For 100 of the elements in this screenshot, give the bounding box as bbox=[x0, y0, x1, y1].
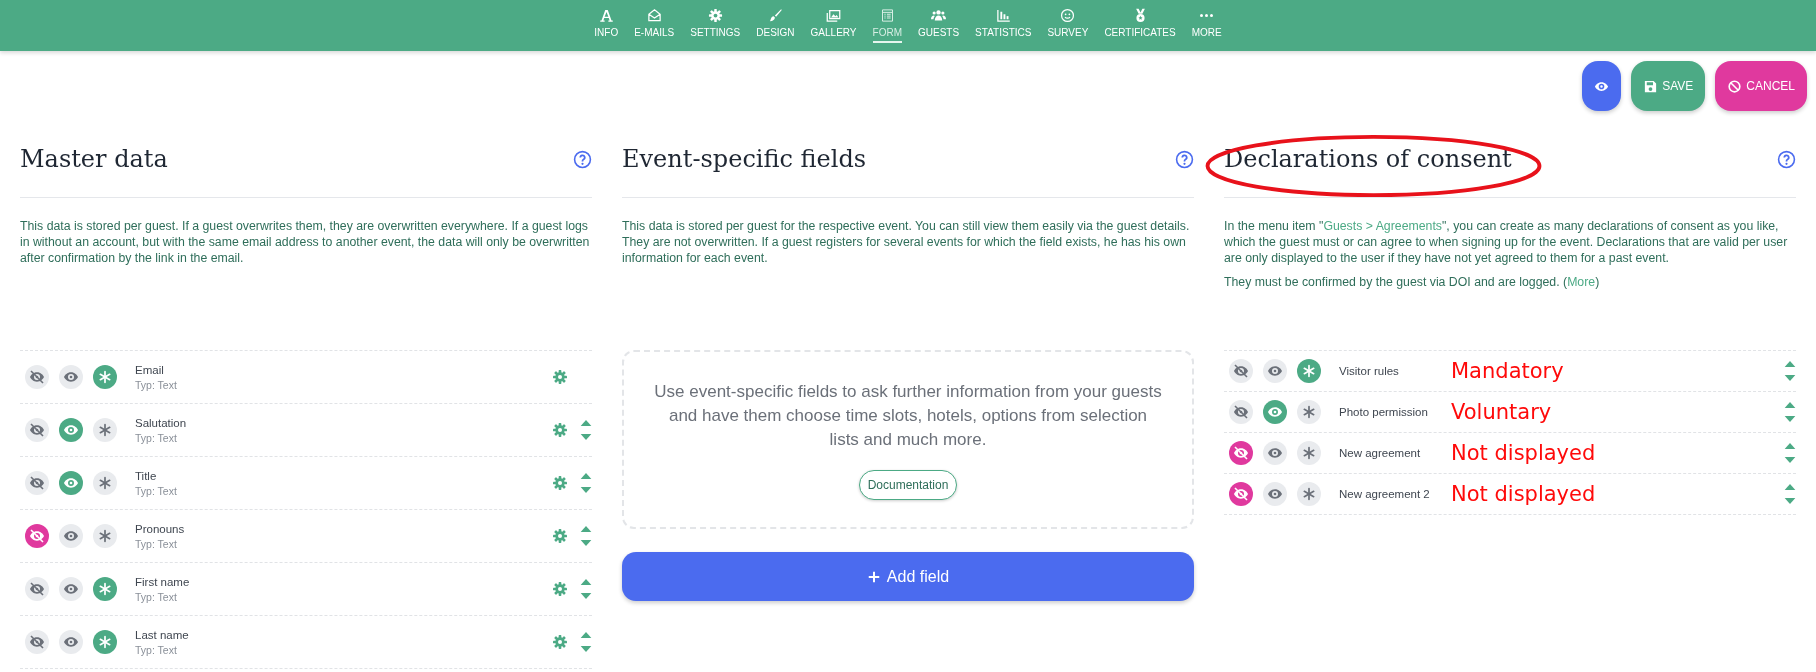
nav-tab[interactable]: E-MAILS bbox=[626, 0, 683, 51]
eye-slash-toggle[interactable] bbox=[25, 524, 49, 548]
move-down-icon[interactable] bbox=[1784, 456, 1796, 464]
annotation-text: Voluntary bbox=[1451, 400, 1552, 424]
eye-icon bbox=[63, 581, 79, 597]
eye-icon bbox=[1267, 363, 1283, 379]
asterisk-toggle[interactable] bbox=[1297, 359, 1321, 383]
field-label: Last name bbox=[135, 628, 190, 641]
images-icon bbox=[826, 8, 842, 23]
asterisk-toggle[interactable] bbox=[93, 365, 117, 389]
move-up-icon[interactable] bbox=[580, 419, 592, 427]
eye-toggle[interactable] bbox=[1263, 400, 1287, 424]
move-up-icon[interactable] bbox=[580, 525, 592, 533]
field-label: Email bbox=[135, 363, 165, 376]
move-down-icon[interactable] bbox=[580, 433, 592, 441]
eye-toggle[interactable] bbox=[59, 524, 83, 548]
eye-slash-toggle[interactable] bbox=[1229, 359, 1253, 383]
brush-icon bbox=[767, 8, 783, 23]
move-up-icon[interactable] bbox=[1784, 401, 1796, 409]
eye-slash-icon bbox=[29, 634, 45, 650]
move-down-icon[interactable] bbox=[580, 592, 592, 600]
move-up-icon[interactable] bbox=[580, 631, 592, 639]
asterisk-toggle[interactable] bbox=[93, 471, 117, 495]
settings-icon[interactable] bbox=[552, 634, 568, 650]
asterisk-toggle[interactable] bbox=[93, 577, 117, 601]
eye-icon bbox=[1267, 404, 1283, 420]
settings-icon[interactable] bbox=[552, 475, 568, 491]
documentation-button[interactable]: Documentation bbox=[858, 469, 958, 500]
eye-toggle[interactable] bbox=[59, 630, 83, 654]
help-icon[interactable] bbox=[1777, 149, 1796, 169]
asterisk-toggle[interactable] bbox=[1297, 441, 1321, 465]
field-label: Salutation bbox=[135, 416, 188, 429]
settings-icon[interactable] bbox=[552, 422, 568, 438]
move-down-icon[interactable] bbox=[580, 486, 592, 494]
move-down-icon[interactable] bbox=[580, 539, 592, 547]
asterisk-toggle[interactable] bbox=[93, 630, 117, 654]
help-icon[interactable] bbox=[1175, 149, 1194, 169]
asterisk-toggle[interactable] bbox=[1297, 400, 1321, 424]
asterisk-toggle[interactable] bbox=[1297, 482, 1321, 506]
nav-tab[interactable]: DESIGN bbox=[748, 0, 803, 51]
move-down-icon[interactable] bbox=[1784, 374, 1796, 382]
eye-slash-toggle[interactable] bbox=[25, 630, 49, 654]
field-label: New agreement 2 bbox=[1339, 488, 1431, 500]
nav-tab[interactable]: MORE bbox=[1183, 0, 1230, 51]
eye-toggle[interactable] bbox=[59, 577, 83, 601]
move-down-icon[interactable] bbox=[1784, 415, 1796, 423]
nav-tab[interactable]: GALLERY bbox=[802, 0, 865, 51]
field-type: Typ: Text bbox=[135, 431, 178, 444]
preview-button[interactable] bbox=[1582, 61, 1622, 111]
description-text: This data is stored per guest for the respective event. You can still view them easily via the guest details. They are not overwritten. If a guest registers for several events for which the field exists, he has his own information for each event. bbox=[622, 218, 1191, 266]
move-up-icon[interactable] bbox=[580, 472, 592, 480]
eye-toggle[interactable] bbox=[59, 418, 83, 442]
eye-toggle[interactable] bbox=[59, 471, 83, 495]
eye-toggle[interactable] bbox=[1263, 482, 1287, 506]
move-up-icon[interactable] bbox=[580, 578, 592, 586]
nav-tab[interactable]: GUESTS bbox=[910, 0, 968, 51]
eye-slash-toggle[interactable] bbox=[1229, 400, 1253, 424]
help-icon[interactable] bbox=[573, 149, 592, 169]
field-label: Visitor rules bbox=[1339, 365, 1400, 377]
add-field-button[interactable]: Add field bbox=[622, 552, 1194, 601]
nav-tab[interactable]: CERTIFICATES bbox=[1096, 0, 1184, 51]
move-up-icon[interactable] bbox=[1784, 442, 1796, 450]
field-label: Title bbox=[135, 469, 158, 482]
move-up-icon[interactable] bbox=[1784, 483, 1796, 491]
eye-toggle[interactable] bbox=[1263, 441, 1287, 465]
nav-tab[interactable]: STATISTICS bbox=[967, 0, 1040, 51]
nav-tab[interactable]: SETTINGS bbox=[682, 0, 749, 51]
settings-icon[interactable] bbox=[552, 581, 568, 597]
move-down-icon[interactable] bbox=[1784, 497, 1796, 505]
bar-chart-icon bbox=[995, 8, 1011, 23]
settings-icon[interactable] bbox=[552, 528, 568, 544]
users-icon bbox=[931, 8, 947, 23]
move-up-icon[interactable] bbox=[1784, 360, 1796, 368]
nav-tab[interactable]: FORM bbox=[864, 0, 910, 51]
move-down-icon[interactable] bbox=[580, 645, 592, 653]
eye-slash-toggle[interactable] bbox=[1229, 441, 1253, 465]
eye-slash-toggle[interactable] bbox=[25, 418, 49, 442]
eye-slash-toggle[interactable] bbox=[25, 577, 49, 601]
eye-toggle[interactable] bbox=[59, 365, 83, 389]
cancel-button[interactable]: CANCEL bbox=[1715, 61, 1807, 111]
settings-icon[interactable] bbox=[552, 369, 568, 385]
envelope-icon bbox=[646, 8, 662, 23]
nav-tab[interactable]: SURVEY bbox=[1039, 0, 1097, 51]
annotation-text: Mandatory bbox=[1451, 359, 1564, 383]
nav-tab[interactable]: INFO bbox=[586, 0, 627, 51]
eye-toggle[interactable] bbox=[1263, 359, 1287, 383]
eye-slash-toggle[interactable] bbox=[25, 365, 49, 389]
asterisk-toggle[interactable] bbox=[93, 418, 117, 442]
eye-icon bbox=[1267, 486, 1283, 502]
eye-slash-icon bbox=[1233, 363, 1249, 379]
save-button[interactable]: SAVE bbox=[1631, 61, 1706, 111]
eye-slash-toggle[interactable] bbox=[25, 471, 49, 495]
eye-slash-icon bbox=[29, 475, 45, 491]
plus-icon bbox=[866, 569, 881, 584]
text-link[interactable]: Guests > Agreements bbox=[1323, 219, 1442, 233]
asterisk-toggle[interactable] bbox=[93, 524, 117, 548]
eye-slash-toggle[interactable] bbox=[1229, 482, 1253, 506]
text-link[interactable]: More bbox=[1567, 275, 1596, 289]
description-text: This data is stored per guest. If a guest overwrites them, they are overwritten everywhere. If a guest logs in without an account, but with the same email address to another event, the data will only be overwritten after confirmation by the link in the email. bbox=[20, 218, 591, 266]
asterisk-icon bbox=[1301, 363, 1317, 379]
